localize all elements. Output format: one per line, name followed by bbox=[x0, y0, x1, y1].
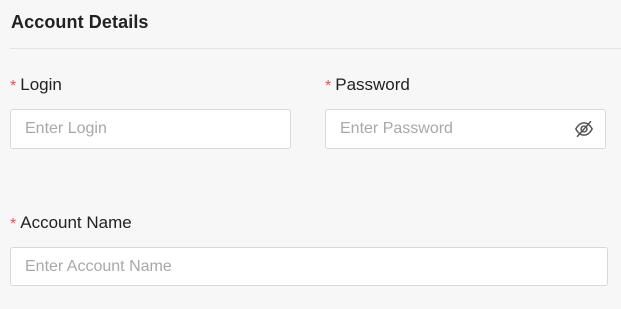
required-asterisk: * bbox=[10, 216, 17, 233]
password-label: * Password bbox=[325, 75, 410, 95]
account-name-input[interactable] bbox=[10, 247, 608, 286]
login-label-text: Login bbox=[20, 75, 62, 94]
login-label: * Login bbox=[10, 75, 62, 95]
login-input[interactable] bbox=[10, 109, 291, 149]
password-label-text: Password bbox=[335, 75, 410, 94]
password-field-wrapper bbox=[325, 109, 606, 149]
eye-slash-icon[interactable] bbox=[574, 120, 594, 138]
section-divider bbox=[10, 48, 621, 49]
account-name-label-text: Account Name bbox=[20, 213, 132, 232]
account-name-label: * Account Name bbox=[10, 213, 132, 233]
required-asterisk: * bbox=[10, 78, 17, 95]
password-input[interactable] bbox=[325, 109, 606, 149]
section-title: Account Details bbox=[11, 12, 149, 32]
required-asterisk: * bbox=[325, 78, 332, 95]
